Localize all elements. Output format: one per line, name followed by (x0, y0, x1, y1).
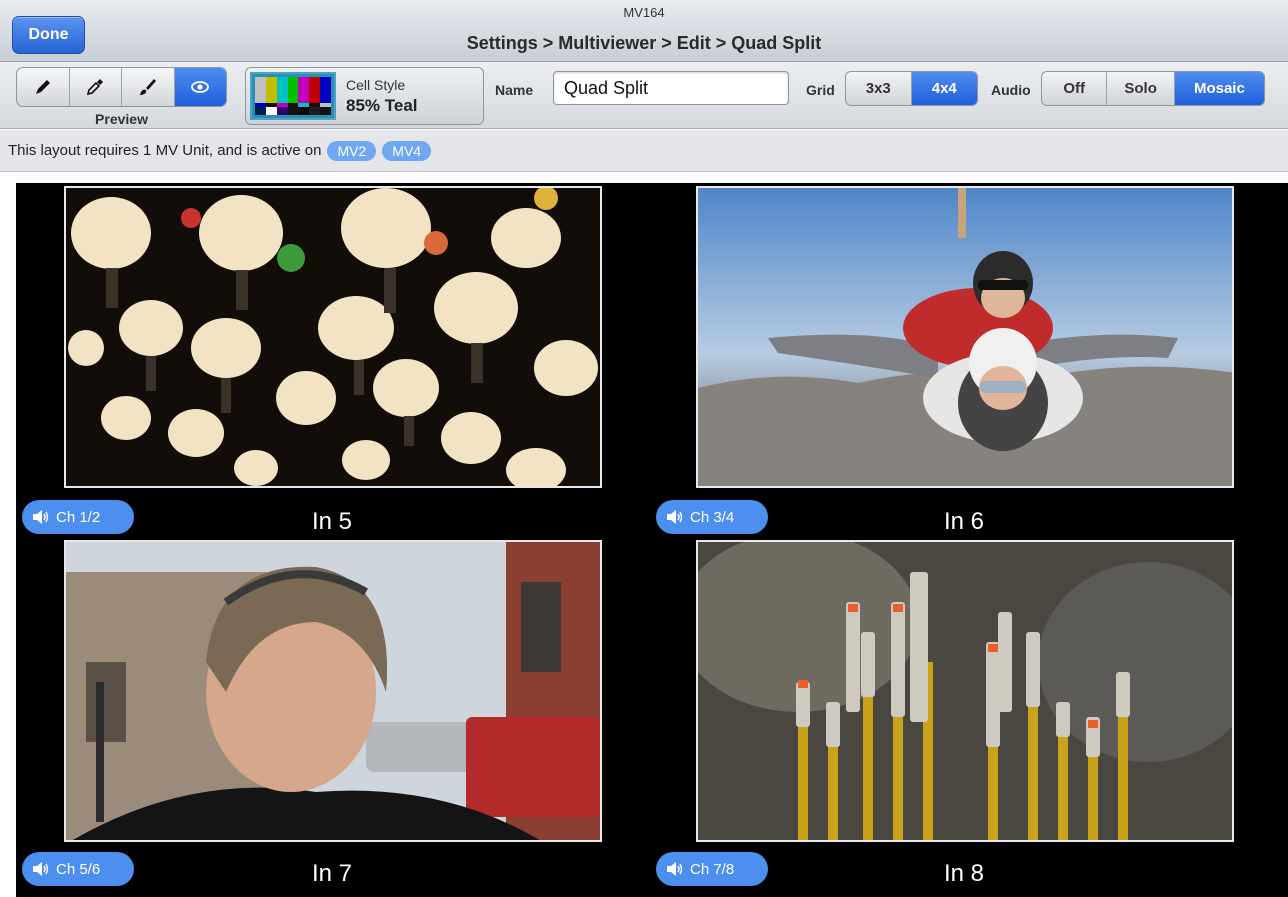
preview-tool-button[interactable] (174, 68, 226, 106)
audio-mosaic-button[interactable]: Mosaic (1174, 72, 1264, 105)
title-bar: Done MV164 Settings > Multiviewer > Edit… (0, 0, 1288, 62)
audio-channel-pill[interactable]: Ch 1/2 (22, 500, 134, 534)
breadcrumb: Settings > Multiviewer > Edit > Quad Spl… (466, 33, 822, 53)
input-label: In 6 (943, 508, 985, 535)
tool-selector (16, 67, 227, 107)
video-cell-in-7[interactable] (64, 540, 602, 842)
mv-unit-badge[interactable]: MV4 (382, 140, 432, 161)
pencil-icon (35, 80, 50, 94)
app-name: MV164 (623, 5, 665, 20)
portrait-image (66, 542, 600, 840)
speaker-icon (33, 862, 49, 876)
paintbrush-icon (139, 79, 156, 95)
lanterns-image (66, 188, 600, 486)
toolbar: Preview Cell Style 85% Teal Name Grid 3x… (0, 62, 1288, 129)
grid-selector: 3x3 4x4 (845, 71, 978, 106)
audio-channel-pill[interactable]: Ch 7/8 (656, 852, 768, 886)
audio-channel-label: Ch 5/6 (56, 860, 101, 878)
input-label: In 8 (943, 860, 985, 887)
audio-selector: Off Solo Mosaic (1041, 71, 1265, 106)
mv-unit-badge[interactable]: MV2 (327, 140, 377, 161)
audio-solo-button[interactable]: Solo (1107, 72, 1175, 105)
grid-3x3-button[interactable]: 3x3 (846, 72, 912, 105)
paintbrush-tool-button[interactable] (122, 68, 175, 106)
cell-style-button[interactable]: Cell Style 85% Teal (245, 67, 484, 125)
video-cell-in-8[interactable] (696, 540, 1234, 842)
name-label: Name (495, 82, 534, 98)
eyedropper-tool-button[interactable] (70, 68, 122, 106)
cell-style-label: Cell Style (346, 77, 406, 93)
speaker-icon (667, 862, 683, 876)
video-cell-in-5[interactable] (64, 186, 602, 488)
layout-info-bar: This layout requires 1 MV Unit, and is a… (0, 130, 1288, 172)
audio-channel-label: Ch 7/8 (690, 860, 735, 878)
audio-channel-label: Ch 3/4 (690, 508, 735, 526)
cell-style-value: 85% Teal (346, 96, 418, 115)
skydivers-image (698, 188, 1232, 486)
pencil-tool-button[interactable] (17, 68, 70, 106)
incense-image (698, 542, 1232, 840)
audio-channel-pill[interactable]: Ch 3/4 (656, 500, 768, 534)
audio-channel-pill[interactable]: Ch 5/6 (22, 852, 134, 886)
layout-info-text: This layout requires 1 MV Unit, and is a… (8, 142, 322, 159)
audio-channel-label: Ch 1/2 (56, 508, 101, 526)
speaker-icon (667, 510, 683, 524)
eye-icon (191, 81, 210, 93)
input-label: In 7 (311, 860, 353, 887)
preview-label: Preview (95, 111, 148, 127)
grid-label: Grid (806, 82, 835, 98)
video-cell-in-6[interactable] (696, 186, 1234, 488)
speaker-icon (33, 510, 49, 524)
grid-4x4-button[interactable]: 4x4 (911, 72, 977, 105)
multiviewer-preview: Ch 1/2 In 5 Ch 3/4 In 6 Ch 5/6 In 7 Ch 7… (16, 183, 1288, 897)
name-field[interactable] (553, 71, 789, 105)
cell-style-swatch (250, 72, 336, 120)
audio-off-button[interactable]: Off (1042, 72, 1108, 105)
audio-label: Audio (991, 82, 1031, 98)
eyedropper-icon (87, 79, 104, 96)
input-label: In 5 (311, 508, 353, 535)
